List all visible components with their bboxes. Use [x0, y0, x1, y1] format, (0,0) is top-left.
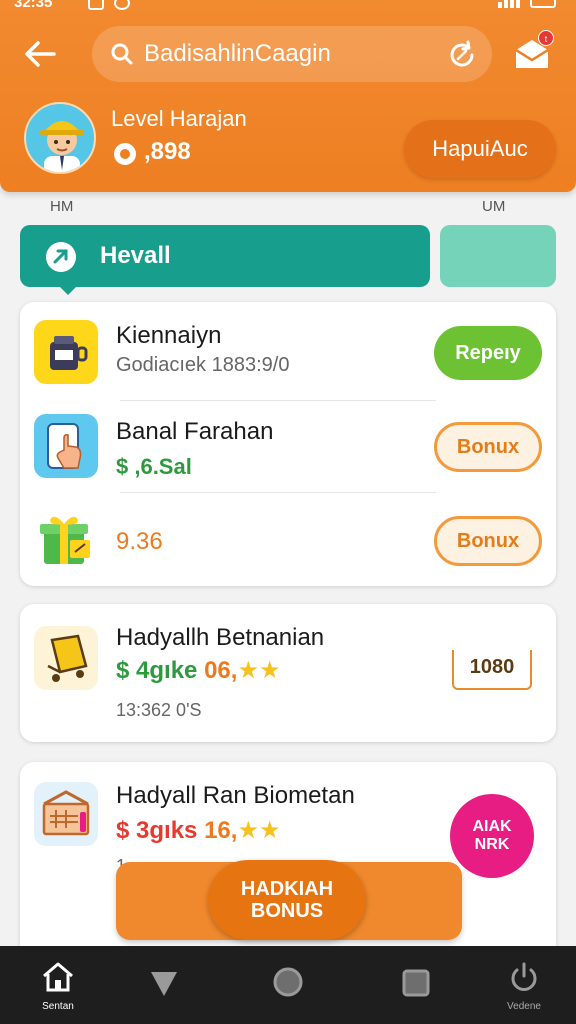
cart-icon	[34, 626, 98, 690]
avatar-worker-icon	[40, 121, 84, 172]
tab-circle-icon	[46, 242, 76, 272]
bonus-button[interactable]: Bonux	[434, 422, 542, 472]
level-label: Level Harajan	[111, 106, 247, 131]
search-bar[interactable]: BadisahlinCaagin	[92, 26, 492, 82]
bonus-line1: HADKIAH	[240, 878, 334, 900]
calendar-board-icon	[34, 782, 98, 846]
bonus-button[interactable]: Bonux	[434, 516, 542, 566]
promo-badge-button[interactable]: AIAK NRK	[450, 794, 534, 878]
send-icon	[53, 249, 68, 264]
offer-subtitle: 13:362 0'S	[116, 700, 202, 720]
nav-right-label: Vedene	[507, 1001, 541, 1012]
power-icon	[511, 962, 537, 991]
app-header: 32:35 BadisahlinCaagin t Level Harajan ,…	[0, 0, 576, 192]
promo-badge-line2: NRK	[474, 836, 510, 853]
battery-icon	[530, 0, 556, 8]
inbox-button[interactable]: t	[512, 30, 556, 74]
nav-power[interactable]: Vedene	[494, 960, 554, 1012]
shield-icon	[114, 0, 130, 10]
repay-button[interactable]: Repeıy	[434, 326, 542, 380]
gift-box-icon	[34, 508, 98, 572]
avatar[interactable]	[24, 102, 96, 174]
tab-active[interactable]: Hevall	[20, 225, 430, 295]
divider	[120, 492, 436, 493]
tab-label: Hevall	[100, 242, 171, 269]
row-title: Banal Farahan	[116, 418, 274, 445]
offer-card[interactable]: Hadyallh Betnanian $ 4gıke 06,★★ 13:362 …	[20, 604, 556, 742]
notification-badge: t	[538, 30, 554, 46]
circle-home-icon	[273, 967, 303, 997]
search-icon	[111, 43, 133, 65]
divider	[120, 400, 436, 401]
offer-rating: 16,	[204, 817, 238, 844]
header-action-button[interactable]: HapuiAuc	[404, 120, 556, 178]
star-icon: ★★	[237, 817, 281, 844]
row-title: Kiennaiyn	[116, 322, 222, 349]
phone-tap-icon	[34, 414, 98, 478]
offer-price-line: $ 3gıks 16,★★	[116, 816, 280, 845]
status-bar: 32:35	[0, 0, 576, 18]
row-subtitle: Godiacıek 1883:9/0	[116, 354, 290, 376]
coin-icon	[114, 143, 136, 165]
section-label-right: UM	[482, 198, 506, 215]
home-icon	[43, 962, 73, 992]
promo-badge-line1: AIAK	[472, 818, 512, 835]
notification-icon	[88, 0, 104, 10]
signal-icon	[498, 0, 520, 8]
nav-home-circle[interactable]	[258, 964, 318, 1014]
bonus-bar: HADKIAH BONUS	[116, 860, 462, 940]
count-badge[interactable]: 1080	[452, 650, 532, 690]
row-amount: $ ,6.Sal	[116, 454, 192, 479]
row-amount: 9.36	[116, 528, 163, 555]
nav-home[interactable]: Sentan	[28, 960, 88, 1012]
nav-home-label: Sentan	[42, 1001, 74, 1012]
star-icon: ★★	[237, 657, 281, 684]
offer-title: Hadyall Ran Biometan	[116, 782, 355, 809]
offer-price: $ 4gıke	[116, 657, 198, 684]
triangle-back-icon	[151, 972, 177, 996]
square-recents-icon	[402, 969, 430, 997]
bonus-claim-button[interactable]: HADKIAH BONUS	[208, 860, 366, 940]
nav-recents[interactable]	[386, 966, 446, 1016]
offer-price-line: $ 4gıke 06,★★	[116, 656, 280, 685]
tab-inactive[interactable]	[440, 225, 556, 287]
refresh-icon[interactable]	[446, 39, 478, 71]
tab-pointer	[60, 287, 76, 295]
coin-balance: ,898	[144, 138, 191, 165]
offer-rating: 06,	[204, 657, 238, 684]
section-label-left: HM	[50, 198, 74, 215]
pot-icon	[34, 320, 98, 384]
bottom-nav: Sentan Vedene	[0, 946, 576, 1024]
nav-back[interactable]	[134, 966, 194, 1016]
status-time: 32:35	[14, 0, 53, 11]
bonus-line2: BONUS	[250, 900, 324, 922]
task-card: Kiennaiyn Godiacıek 1883:9/0 Repeıy Bana…	[20, 302, 556, 586]
back-button[interactable]	[22, 38, 58, 70]
arrow-left-icon	[25, 41, 56, 67]
search-input[interactable]: BadisahlinCaagin	[144, 40, 331, 68]
offer-price: $ 3gıks	[116, 817, 198, 844]
offer-title: Hadyallh Betnanian	[116, 624, 325, 651]
